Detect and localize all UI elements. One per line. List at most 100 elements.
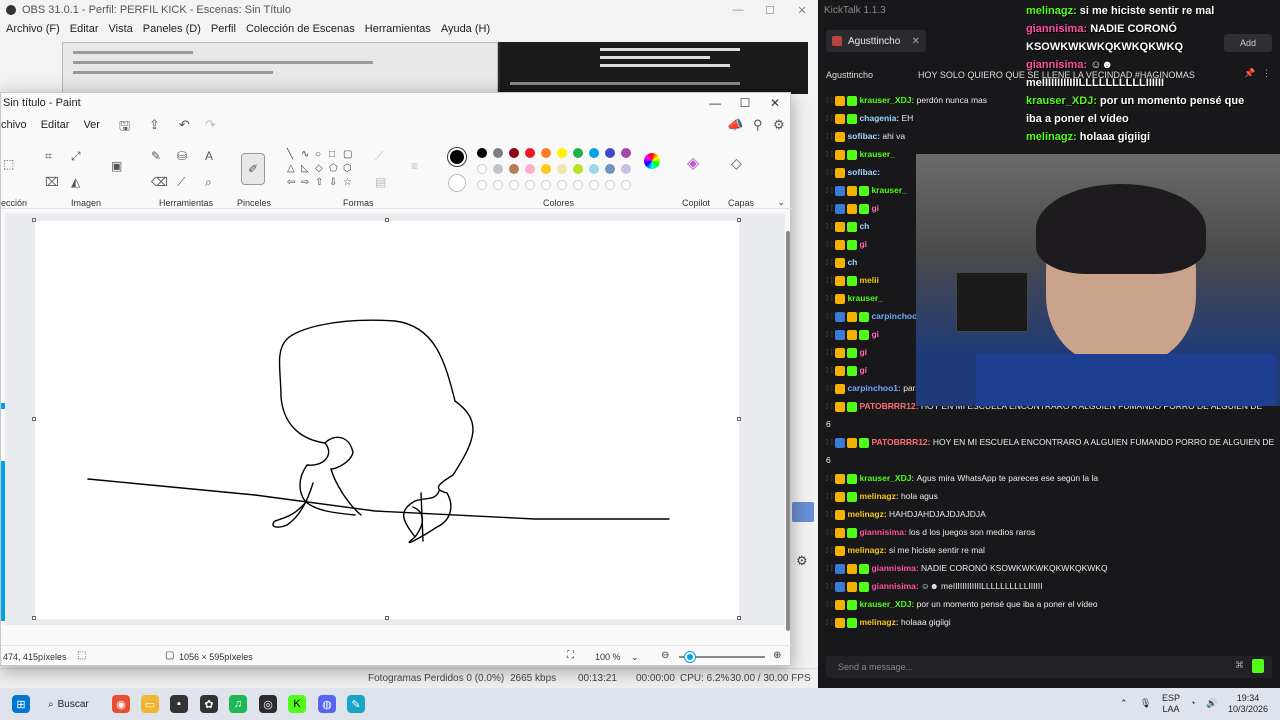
chat-message[interactable]: ⁞ ⁞ melinagz: si me hiciste sentir re ma… (826, 544, 1274, 556)
chat-message[interactable]: ⁞ ⁞ PATOBRRR12: HOY EN MI ESCUELA ENCONT… (826, 436, 1274, 448)
mod-actions-icon[interactable]: ⁞ ⁞ (826, 383, 835, 393)
chat-username[interactable]: ch (847, 257, 857, 267)
canvas-handle[interactable] (737, 616, 741, 620)
chat-username[interactable]: krauser_XDJ: (859, 599, 916, 609)
polygon-shape-icon[interactable]: △ (287, 163, 295, 174)
mod-actions-icon[interactable]: ⁞ ⁞ (826, 203, 835, 213)
color-swatch[interactable] (557, 148, 567, 158)
fill-shape-icon[interactable]: ▤ (375, 175, 386, 189)
chatgpt-icon[interactable]: ✿ (200, 695, 218, 713)
color-swatch[interactable] (493, 148, 503, 158)
share-icon[interactable]: ⇪ (149, 117, 160, 133)
chat-username[interactable]: krauser_XDJ: (859, 95, 916, 105)
chat-username[interactable]: PATOBRRR12: (871, 437, 932, 447)
minimize-icon[interactable]: — (700, 96, 730, 110)
remove-bg-icon[interactable]: ⌧ (45, 175, 59, 189)
zoom-slider-thumb[interactable] (685, 652, 695, 662)
kick-emote-icon[interactable] (1252, 659, 1264, 673)
mod-actions-icon[interactable]: ⁞ ⁞ (826, 365, 835, 375)
canvas-handle[interactable] (32, 616, 36, 620)
color-swatch[interactable] (573, 148, 583, 158)
pencil-icon[interactable]: ✎ (151, 149, 161, 163)
mod-actions-icon[interactable]: ⁞ ⁞ (826, 545, 835, 555)
stroke-size-icon[interactable]: ≡ (411, 159, 418, 173)
volume-icon[interactable]: 🔊 (1206, 698, 1217, 709)
save-icon[interactable]: 🖫 (119, 117, 130, 139)
chat-username[interactable]: chagenia: (859, 113, 901, 123)
chat-username[interactable]: melinagz: (847, 509, 889, 519)
menu-ver[interactable]: Ver (83, 119, 100, 131)
chat-username[interactable]: krauser_ (847, 293, 882, 303)
arrow-left-shape-icon[interactable]: ⇦ (287, 177, 295, 188)
mod-actions-icon[interactable]: ⁞ ⁞ (826, 509, 835, 519)
diamond-shape-icon[interactable]: ◇ (315, 163, 323, 174)
drawing-canvas[interactable] (35, 221, 739, 619)
arrow-right-shape-icon[interactable]: ⇨ (301, 177, 309, 188)
color-swatch[interactable] (621, 148, 631, 158)
custom-color-slot[interactable] (557, 180, 567, 190)
maximize-icon[interactable]: ☐ (730, 96, 760, 110)
copilot-icon[interactable]: ◈ (687, 153, 699, 173)
paint-icon[interactable]: ✎ (347, 695, 365, 713)
close-icon[interactable]: ✕ (786, 4, 818, 17)
color-swatch[interactable] (605, 164, 615, 174)
chat-username[interactable]: ch (859, 221, 869, 231)
color-swatch[interactable] (573, 164, 583, 174)
menu-coleccion[interactable]: Colección de Escenas (246, 23, 355, 35)
close-icon[interactable]: ✕ (912, 36, 920, 47)
account-icon[interactable]: ⚲ (753, 117, 763, 133)
pentagon-shape-icon[interactable]: ⬠ (329, 163, 338, 174)
outline-icon[interactable]: ⟋ (375, 149, 383, 164)
tab-agusttincho[interactable]: Agusttincho ✕ (826, 30, 926, 52)
file-explorer-icon[interactable]: ▭ (141, 695, 159, 713)
hexagon-shape-icon[interactable]: ⬡ (343, 163, 352, 174)
mod-actions-icon[interactable]: ⁞ ⁞ (826, 149, 835, 159)
magnifier-icon[interactable]: ⌕ (205, 175, 212, 190)
star-shape-icon[interactable]: ☆ (343, 177, 352, 188)
canvas-handle[interactable] (32, 218, 36, 222)
chat-message[interactable]: ⁞ ⁞ melinagz: hola agus (826, 490, 1274, 502)
rotate-icon[interactable]: ◭ (71, 175, 80, 189)
chat-message[interactable]: 6 (826, 418, 1274, 430)
menu-herramientas[interactable]: Herramientas (365, 23, 431, 35)
chat-message[interactable]: ⁞ ⁞ giannisima: los d los juegos son med… (826, 526, 1274, 538)
windows-start-icon[interactable]: ⊞ (12, 695, 30, 713)
line-shape-icon[interactable]: ╲ (287, 149, 293, 160)
chat-username[interactable]: melinagz: (859, 491, 901, 501)
color-swatch[interactable] (509, 164, 519, 174)
redo-icon[interactable]: ↷ (205, 117, 216, 133)
triangle-shape-icon[interactable]: ◺ (301, 163, 309, 174)
chat-message[interactable]: ⁞ ⁞ krauser_XDJ: por un momento pensé qu… (826, 598, 1274, 610)
mod-actions-icon[interactable]: ⁞ ⁞ (826, 257, 835, 267)
rect-shape-icon[interactable]: □ (329, 149, 335, 160)
color-swatch[interactable] (525, 164, 535, 174)
chat-message[interactable]: ⁞ ⁞ krauser_XDJ: Agus mira WhatsApp te p… (826, 472, 1274, 484)
maximize-icon[interactable]: ☐ (754, 4, 786, 17)
emote-icon[interactable]: ⌘ (1235, 660, 1244, 671)
resize-icon[interactable]: ⤢ (71, 149, 81, 164)
chevron-up-icon[interactable]: ⌃ (1120, 698, 1128, 709)
menu-archivo[interactable]: chivo (1, 119, 27, 131)
undo-icon[interactable]: ↶ (179, 117, 190, 133)
chat-message[interactable]: ⁞ ⁞ melinagz: HAHDJAHDJAJDJAJDJA (826, 508, 1274, 520)
custom-color-slot[interactable] (509, 180, 519, 190)
chat-username[interactable]: carpinchoo1 (871, 311, 922, 321)
chat-input[interactable]: Send a message... ⌘ (826, 656, 1272, 678)
chat-username[interactable]: PATOBRRR12: (859, 401, 920, 411)
mod-actions-icon[interactable]: ⁞ ⁞ (826, 131, 835, 141)
mod-actions-icon[interactable]: ⁞ ⁞ (826, 293, 835, 303)
chat-message[interactable]: ⁞ ⁞ giannisima: ☺☻ meIIIIIIIIIIIILLLLLLL… (826, 580, 1274, 592)
menu-ayuda[interactable]: Ayuda (H) (441, 23, 490, 35)
color-swatch[interactable] (557, 164, 567, 174)
chat-username[interactable]: carpinchoo1: (847, 383, 903, 393)
kick-icon[interactable]: K (288, 695, 306, 713)
eraser-icon[interactable]: ⌫ (151, 175, 168, 189)
chat-username[interactable]: giannisima: (871, 581, 921, 591)
chat-username[interactable]: melinagz: (859, 617, 901, 627)
zoom-out-icon[interactable]: ⊖ (661, 650, 669, 661)
layers-icon[interactable]: ◇ (731, 155, 742, 172)
color-swatch[interactable] (589, 164, 599, 174)
mod-actions-icon[interactable]: ⁞ ⁞ (826, 599, 835, 609)
mod-actions-icon[interactable]: ⁞ ⁞ (826, 581, 835, 591)
custom-color-slot[interactable] (573, 180, 583, 190)
